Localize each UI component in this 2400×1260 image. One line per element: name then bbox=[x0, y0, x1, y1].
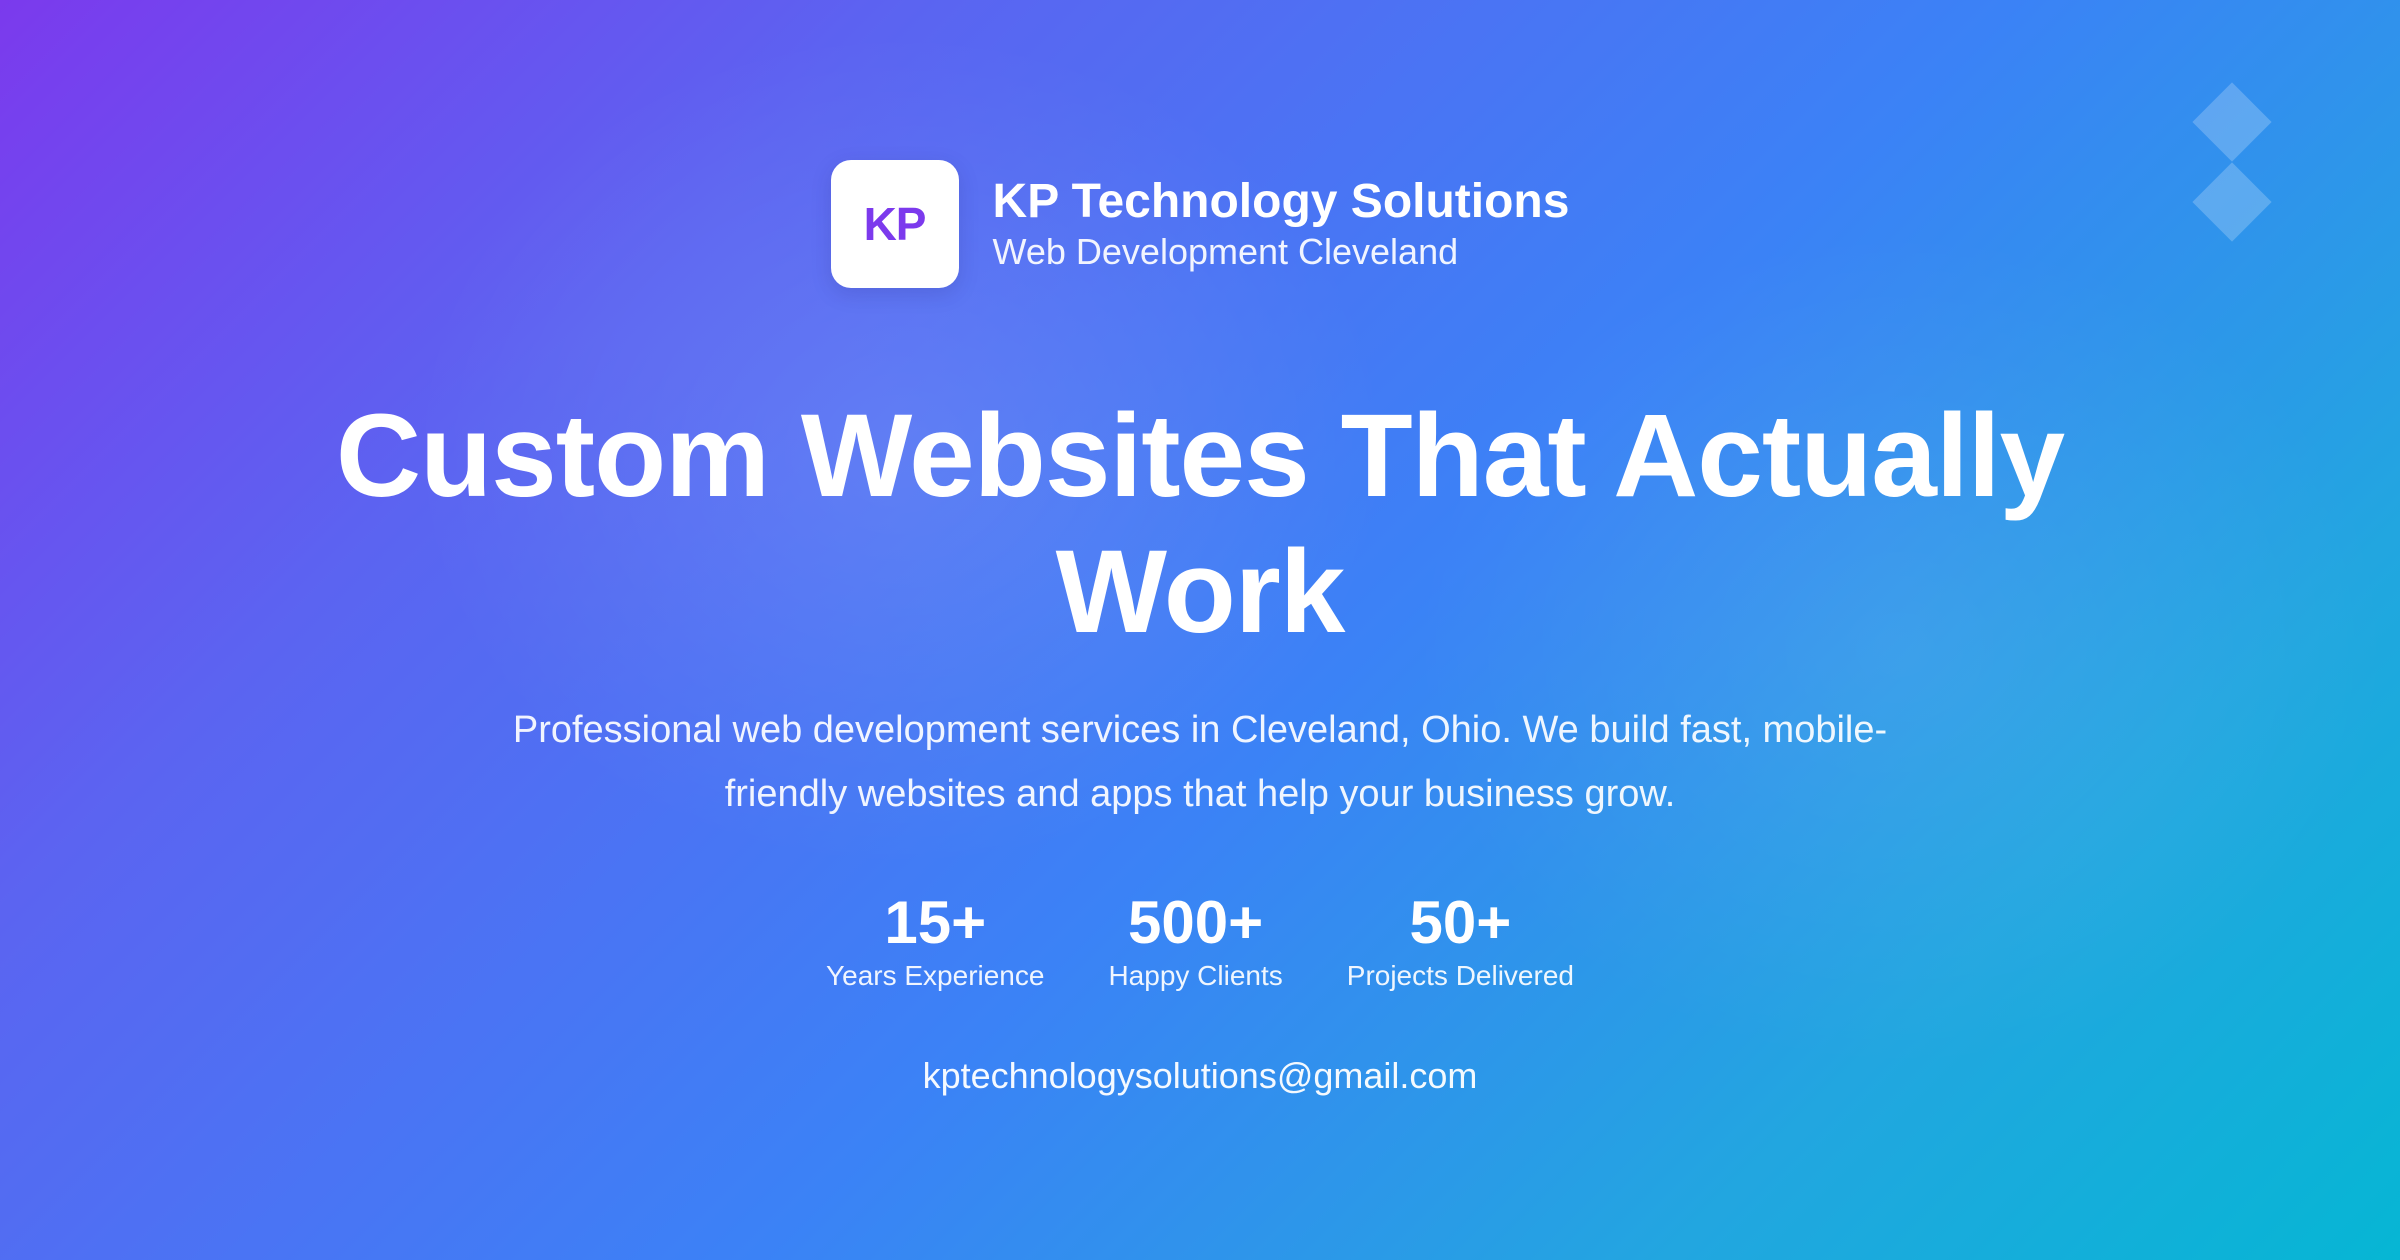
stat-label: Happy Clients bbox=[1108, 960, 1283, 991]
brand-name: KP Technology Solutions bbox=[992, 175, 1570, 228]
stat-value: 15+ bbox=[884, 889, 987, 956]
diamond-shape-top bbox=[2192, 82, 2272, 162]
stat-label: Years Experience bbox=[826, 960, 1045, 991]
stat-years-experience: 15+ Years Experience bbox=[826, 888, 1044, 994]
stat-label: Projects Delivered bbox=[1346, 960, 1574, 991]
hero-subtext-line-1: Professional web development services in… bbox=[512, 709, 1888, 751]
stat-projects-delivered: 50+ Projects Delivered bbox=[1347, 888, 1574, 994]
brand-text: KP Technology Solutions Web Development … bbox=[993, 174, 1570, 274]
hero-subtext-line-2: friendly websites and apps that help you… bbox=[724, 773, 1676, 815]
stat-value: 50+ bbox=[1409, 889, 1512, 956]
stats-row: 15+ Years Experience 500+ Happy Clients … bbox=[0, 888, 2400, 994]
brand-header: KP KP Technology Solutions Web Developme… bbox=[0, 160, 2400, 288]
stat-value: 500+ bbox=[1128, 889, 1264, 956]
hero-headline-line-2: Work bbox=[1055, 526, 1346, 658]
brand-logo: KP bbox=[830, 160, 959, 288]
hero-subtext: Professional web development services in… bbox=[460, 698, 1940, 826]
hero-headline: Custom Websites That Actually Work bbox=[200, 388, 2200, 660]
contact-email: kptechnologysolutions@gmail.com bbox=[922, 1055, 1478, 1096]
stat-happy-clients: 500+ Happy Clients bbox=[1108, 888, 1282, 994]
hero-headline-line-1: Custom Websites That Actually bbox=[335, 390, 2065, 522]
brand-logo-initials: KP bbox=[863, 198, 927, 250]
brand-tagline: Web Development Cleveland bbox=[992, 231, 1459, 272]
